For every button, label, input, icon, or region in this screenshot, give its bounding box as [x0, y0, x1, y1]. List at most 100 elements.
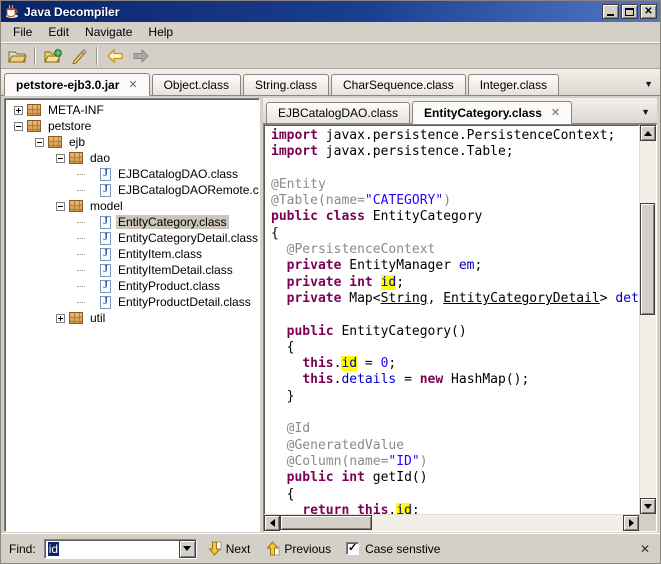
java-class-icon-glyph: J [100, 168, 111, 181]
code-line-11: private Map<String, EntityCategoryDetail… [271, 291, 639, 307]
source-code-view: import javax.persistence.PersistenceCont… [264, 125, 639, 514]
tree-item-label: EJBCatalogDAORemote.class [116, 183, 260, 197]
tree-item-model[interactable]: model [7, 198, 259, 214]
vertical-scroll-thumb[interactable] [640, 203, 655, 315]
arrow-down-icon [644, 504, 652, 509]
code-line-10: private int id; [271, 275, 639, 291]
next-arrow-icon [208, 541, 222, 556]
tree-item-label: EntityCategory.class [116, 215, 229, 229]
find-dropdown-button[interactable] [179, 540, 196, 558]
code-token: private [287, 258, 342, 273]
main-tab-4[interactable]: Integer.class [468, 74, 559, 95]
tree-item-label: META-INF [46, 103, 106, 117]
horizontal-scroll-thumb[interactable] [280, 515, 372, 530]
tree-item-label: ejb [67, 135, 87, 149]
code-line-18 [271, 405, 639, 421]
scroll-right-button[interactable] [623, 515, 639, 531]
vertical-scroll-track[interactable] [640, 141, 656, 498]
editor-tab-overflow-button[interactable]: ▼ [641, 107, 650, 117]
horizontal-scroll-track[interactable] [280, 515, 623, 531]
back-button[interactable] [103, 45, 127, 67]
code-token [349, 503, 357, 514]
minimize-button[interactable] [602, 4, 619, 19]
code-line-23: { [271, 487, 639, 503]
tree-item-ejb[interactable]: ejb [7, 134, 259, 150]
main-tab-3[interactable]: CharSequence.class [331, 74, 466, 95]
menu-edit[interactable]: Edit [40, 23, 77, 41]
scroll-up-button[interactable] [640, 125, 656, 141]
find-bar: Find: id Next Previous ✓ Case senstive [1, 533, 660, 563]
code-line-13: public EntityCategory() [271, 324, 639, 340]
tree-item-ejbcatalogdaoremote-class[interactable]: JEJBCatalogDAORemote.class [7, 182, 259, 198]
tree-item-entitycategory-class[interactable]: JEntityCategory.class [7, 214, 259, 230]
menu-navigate[interactable]: Navigate [77, 23, 140, 41]
menubar: File Edit Navigate Help [1, 22, 660, 43]
tree-item-ejbcatalogdao-class[interactable]: JEJBCatalogDAO.class [7, 166, 259, 182]
main-tab-1[interactable]: Object.class [152, 74, 241, 95]
tab-close-icon[interactable]: ✕ [551, 106, 560, 119]
find-combobox: id [44, 539, 197, 559]
tab-close-icon[interactable]: ✕ [128, 78, 137, 91]
scroll-left-button[interactable] [264, 515, 280, 531]
main-tab-0[interactable]: petstore-ejb3.0.jar✕ [4, 73, 150, 96]
code-link[interactable]: EntityCategoryDetail [443, 291, 600, 306]
collapse-icon[interactable] [56, 202, 65, 211]
code-line-3 [271, 161, 639, 177]
tree-item-label: util [88, 311, 107, 325]
open-file-button[interactable] [5, 45, 29, 67]
vertical-scrollbar[interactable] [639, 125, 656, 514]
horizontal-scrollbar[interactable] [264, 514, 639, 531]
editor-tab-1[interactable]: EntityCategory.class✕ [412, 101, 572, 124]
menu-help[interactable]: Help [140, 23, 181, 41]
expand-icon[interactable] [14, 106, 23, 115]
case-sensitive-checkbox[interactable]: ✓ [346, 542, 359, 555]
menu-file[interactable]: File [5, 23, 40, 41]
toolbar [1, 43, 660, 69]
tree-connector [77, 270, 85, 271]
tree-item-dao[interactable]: dao [7, 150, 259, 166]
code-line-14: { [271, 340, 639, 356]
find-previous-button[interactable]: Previous [261, 539, 336, 558]
tree-item-entityproduct-class[interactable]: JEntityProduct.class [7, 278, 259, 294]
scroll-down-button[interactable] [640, 498, 656, 514]
expand-icon[interactable] [56, 314, 65, 323]
tree-item-entityitemdetail-class[interactable]: JEntityItemDetail.class [7, 262, 259, 278]
maximize-button[interactable] [621, 4, 638, 19]
tree-item-util[interactable]: util [7, 310, 259, 326]
package-tree-panel: META-INFpetstoreejbdaoJEJBCatalogDAO.cla… [4, 98, 260, 532]
code-line-17: } [271, 389, 639, 405]
collapse-icon[interactable] [14, 122, 23, 131]
collapse-icon[interactable] [56, 154, 65, 163]
editor-tab-0[interactable]: EJBCatalogDAO.class [266, 102, 410, 123]
find-input[interactable]: id [45, 540, 179, 558]
tree-item-petstore[interactable]: petstore [7, 118, 259, 134]
tree-connector [77, 238, 85, 239]
search-button[interactable] [67, 45, 91, 67]
tree-item-entityproductdetail-class[interactable]: JEntityProductDetail.class [7, 294, 259, 310]
tree-item-label: EntityItemDetail.class [116, 263, 235, 277]
tree-item-meta-inf[interactable]: META-INF [7, 102, 259, 118]
close-button[interactable]: ✕ [640, 4, 657, 19]
forward-button[interactable] [129, 45, 153, 67]
tree-item-label: EntityProduct.class [116, 279, 222, 293]
code-token: javax.persistence.PersistenceContext; [318, 128, 615, 143]
package-icon [48, 136, 62, 148]
main-tab-overflow-button[interactable]: ▼ [644, 79, 653, 89]
find-next-button[interactable]: Next [203, 539, 256, 558]
tree-item-entitycategorydetail-class[interactable]: JEntityCategoryDetail.class [7, 230, 259, 246]
collapse-icon[interactable] [35, 138, 44, 147]
tree-connector [77, 222, 85, 223]
case-sensitive-label: Case senstive [365, 542, 440, 556]
java-class-icon: J [100, 296, 111, 309]
main-tab-2[interactable]: String.class [243, 74, 329, 95]
open-type-button[interactable] [41, 45, 65, 67]
code-token [271, 503, 302, 514]
tree-item-entityitem-class[interactable]: JEntityItem.class [7, 246, 259, 262]
code-token: ; [475, 258, 483, 273]
code-token: public [287, 324, 334, 339]
code-token: return [302, 503, 349, 514]
code-token: EntityCategory() [334, 324, 467, 339]
code-token: public [287, 470, 334, 485]
code-link[interactable]: String [381, 291, 428, 306]
find-bar-close-icon[interactable]: ✕ [640, 542, 650, 556]
